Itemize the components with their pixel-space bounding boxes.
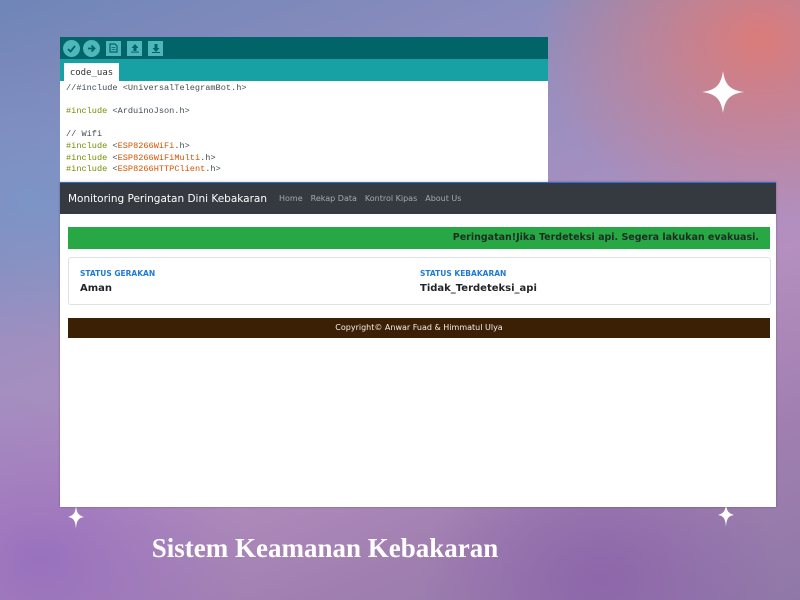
slide-caption: Sistem Keamanan Kebakaran <box>151 533 499 563</box>
code-line: ​ <box>66 118 548 130</box>
status-kebakaran-label: STATUS KEBAKARAN <box>420 269 507 278</box>
status-gerakan-label: STATUS GERAKAN <box>80 269 156 278</box>
small-sparkle-icon <box>68 505 84 529</box>
code-line: ​ <box>66 95 548 107</box>
footer: Copyright© Anwar Fuad & Himmatul Ulya <box>68 318 770 338</box>
code-line: #include <ESP8266HTTPClient.h> <box>66 164 221 175</box>
footer-copyright: Copyright© Anwar Fuad & Himmatul Ulya <box>335 323 503 332</box>
code-line: #include <ESP8266WiFiMulti.h> <box>66 152 216 163</box>
monitoring-web-page: Monitoring Peringatan Dini Kebakaran Hom… <box>60 182 776 507</box>
nav-home[interactable]: Home <box>279 194 303 203</box>
upload-icon[interactable] <box>83 39 100 57</box>
tab-code-uas[interactable]: code_uas <box>64 63 119 81</box>
code-line: #include <ESP8266WiFi.h> <box>66 140 190 151</box>
code-line: //#include <UniversalTelegramBot.h> <box>66 83 247 93</box>
nav-kontrol-kipas[interactable]: Kontrol Kipas <box>365 194 417 203</box>
nav-about-us[interactable]: About Us <box>425 194 461 203</box>
code-editor[interactable]: //#include <UniversalTelegramBot.h>​#inc… <box>60 81 548 176</box>
warning-alert: Peringatan!Jika Terdeteksi api. Segera l… <box>68 227 770 249</box>
code-line: #include <ArduinoJson.h> <box>66 106 190 117</box>
status-gerakan-value: Aman <box>80 283 113 294</box>
open-icon[interactable] <box>127 40 142 56</box>
tab-label: code_uas <box>69 68 114 78</box>
code-line: // Wifi <box>66 129 103 140</box>
verify-icon[interactable] <box>63 39 80 57</box>
ide-toolbar <box>60 37 548 59</box>
status-kebakaran-value: Tidak_Terdeteksi_api <box>420 283 537 294</box>
navbar: Monitoring Peringatan Dini Kebakaran Hom… <box>60 182 776 214</box>
navbar-brand[interactable]: Monitoring Peringatan Dini Kebakaran <box>68 193 267 205</box>
ide-tabbar: code_uas <box>60 59 548 81</box>
alert-text: Peringatan!Jika Terdeteksi api. Segera l… <box>452 232 759 243</box>
sparkle-icon <box>702 71 744 113</box>
arduino-ide-window: code_uas //#include <UniversalTelegramBo… <box>60 37 548 187</box>
save-icon[interactable] <box>148 40 163 56</box>
new-icon[interactable] <box>106 40 121 56</box>
nav-rekap-data[interactable]: Rekap Data <box>311 194 357 203</box>
status-card: STATUS GERAKAN Aman STATUS KEBAKARAN Tid… <box>68 257 771 305</box>
